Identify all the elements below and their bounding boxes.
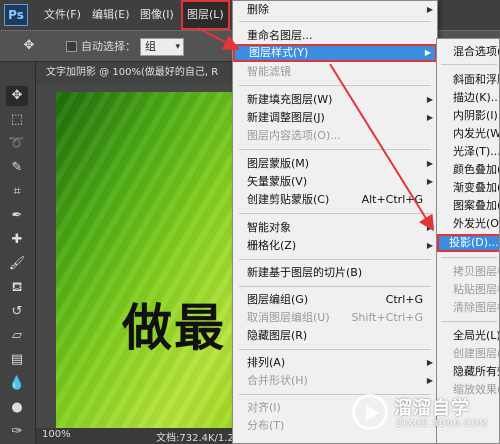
menu-image[interactable]: 图像(I) — [140, 0, 174, 30]
menu-file[interactable]: 文件(F) — [44, 0, 81, 30]
submenu-item-paste-layer-style[interactable]: 粘贴图层样式(P) — [437, 281, 499, 299]
menu-item-smart-object[interactable]: 智能对象 ▶ — [233, 219, 437, 237]
submenu-item-clear-layer-style[interactable]: 清除图层样式(A) — [437, 299, 499, 317]
menu-divider — [239, 286, 431, 287]
crop-tool-icon[interactable]: ⌗ — [6, 182, 28, 202]
menu-divider — [239, 21, 431, 22]
auto-select-checkbox[interactable] — [66, 41, 77, 52]
menu-divider — [239, 259, 431, 260]
menu-divider — [441, 257, 497, 258]
eyedropper-tool-icon[interactable]: ✒ — [6, 206, 28, 226]
healing-brush-tool-icon[interactable]: ✚ — [6, 230, 28, 250]
menu-item-layer-mask[interactable]: 图层蒙版(M) ▶ — [233, 155, 437, 173]
toolbox: ✥ ⬚ ➰ ✎ ⌗ ✒ ✚ 🖌 ⛾ ↺ ▱ ▤ 💧 ● ✑ — [0, 62, 36, 444]
menu-item-ungroup-layers[interactable]: 取消图层编组(U) Shift+Ctrl+G — [233, 309, 437, 327]
menu-divider — [239, 349, 431, 350]
menu-item-arrange[interactable]: 排列(A) ▶ — [233, 354, 437, 372]
menu-item-rename-layer[interactable]: 重命名图层... — [233, 27, 437, 45]
menu-item-new-layer-based-slice[interactable]: 新建基于图层的切片(B) — [233, 264, 437, 282]
submenu-item-copy-layer-style[interactable]: 拷贝图层样式(C) — [437, 263, 499, 281]
menu-item-new-adjustment-layer[interactable]: 新建调整图层(J) ▶ — [233, 109, 437, 127]
layer-style-submenu: 混合选项(N)... 斜面和浮雕(B)... 描边(K)... 内阴影(I)..… — [436, 38, 500, 444]
menu-item-layer-style[interactable]: 图层样式(Y) ▶ — [233, 44, 437, 62]
submenu-item-blending-options[interactable]: 混合选项(N)... — [437, 43, 499, 61]
submenu-item-stroke[interactable]: 描边(K)... — [437, 89, 499, 107]
menu-divider — [239, 85, 431, 86]
submenu-arrow-icon: ▶ — [426, 241, 433, 250]
submenu-item-bevel-emboss[interactable]: 斜面和浮雕(B)... — [437, 71, 499, 89]
menu-item-rasterize[interactable]: 栅格化(Z) ▶ — [233, 237, 437, 255]
menu-item-hide-layers[interactable]: 隐藏图层(R) — [233, 327, 437, 345]
layer-menu-dropdown: 删除 ▶ 重命名图层... 图层样式(Y) ▶ 智能滤镜 新建填充图层(W) ▶ 新建… — [232, 0, 438, 444]
menu-item-layer-content-options[interactable]: 图层内容选项(O)... — [233, 127, 437, 145]
marquee-tool-icon[interactable]: ⬚ — [6, 110, 28, 130]
submenu-item-inner-shadow[interactable]: 内阴影(I)... — [437, 107, 499, 125]
menu-layer[interactable]: 图层(L) — [181, 0, 230, 30]
lasso-tool-icon[interactable]: ➰ — [6, 134, 28, 154]
quick-select-tool-icon[interactable]: ✎ — [6, 158, 28, 178]
gradient-tool-icon[interactable]: ▤ — [6, 350, 28, 370]
submenu-arrow-icon: ▶ — [426, 223, 433, 232]
move-tool-icon[interactable]: ✥ — [6, 86, 28, 106]
submenu-item-hide-all-effects[interactable]: 隐藏所有效果(H) — [437, 363, 499, 381]
submenu-arrow-icon: ▶ — [424, 48, 431, 57]
submenu-arrow-icon: ▶ — [426, 358, 433, 367]
submenu-item-outer-glow[interactable]: 外发光(O)... — [437, 215, 499, 233]
submenu-item-drop-shadow[interactable]: 投影(D)... — [437, 234, 499, 252]
clone-stamp-tool-icon[interactable]: ⛾ — [6, 278, 28, 298]
watermark-url: ZIXUE.3D66.COM — [396, 419, 489, 429]
menu-item-smart-filter[interactable]: 智能滤镜 — [233, 63, 437, 81]
submenu-item-inner-glow[interactable]: 内发光(W)... — [437, 125, 499, 143]
eraser-tool-icon[interactable]: ▱ — [6, 326, 28, 346]
menu-edit[interactable]: 编辑(E) — [92, 0, 130, 30]
menu-divider — [441, 64, 497, 65]
document-tab[interactable]: 文字加阴影 @ 100%(做最好的自己, R — [46, 62, 218, 84]
menu-item-create-clipping-mask[interactable]: 创建剪贴蒙版(C) Alt+Ctrl+G — [233, 191, 437, 209]
canvas-text: 做最 — [122, 299, 226, 357]
move-tool-preset-icon[interactable]: ✥ — [18, 36, 40, 56]
play-logo-icon — [352, 394, 388, 430]
submenu-arrow-icon: ▶ — [426, 113, 433, 122]
watermark: 溜溜自学 ZIXUE.3D66.COM — [348, 388, 498, 440]
menu-item-delete[interactable]: 删除 ▶ — [233, 1, 437, 19]
submenu-arrow-icon: ▶ — [426, 5, 433, 14]
submenu-item-color-overlay[interactable]: 颜色叠加(V)... — [437, 161, 499, 179]
submenu-item-pattern-overlay[interactable]: 图案叠加(Y)... — [437, 197, 499, 215]
menu-item-vector-mask[interactable]: 矢量蒙版(V) ▶ — [233, 173, 437, 191]
dodge-tool-icon[interactable]: ● — [6, 398, 28, 418]
submenu-item-create-layer[interactable]: 创建图层(R) — [437, 345, 499, 363]
watermark-title: 溜溜自学 — [394, 398, 470, 419]
menu-divider — [239, 213, 431, 214]
auto-select-dropdown[interactable]: 组 — [140, 38, 184, 56]
photoshop-logo: Ps — [4, 4, 28, 26]
submenu-item-gradient-overlay[interactable]: 渐变叠加(G)... — [437, 179, 499, 197]
submenu-item-satin[interactable]: 光泽(T)... — [437, 143, 499, 161]
menu-divider — [239, 149, 431, 150]
menu-item-new-fill-layer[interactable]: 新建填充图层(W) ▶ — [233, 91, 437, 109]
history-brush-tool-icon[interactable]: ↺ — [6, 302, 28, 322]
menu-item-group-layers[interactable]: 图层编组(G) Ctrl+G — [233, 291, 437, 309]
submenu-arrow-icon: ▶ — [426, 159, 433, 168]
pen-tool-icon[interactable]: ✑ — [6, 422, 28, 442]
submenu-item-global-light[interactable]: 全局光(L)... — [437, 327, 499, 345]
menu-divider — [441, 321, 497, 322]
blur-tool-icon[interactable]: 💧 — [6, 374, 28, 394]
document-image[interactable]: 做最 — [56, 92, 246, 428]
brush-tool-icon[interactable]: 🖌 — [6, 254, 28, 274]
submenu-arrow-icon: ▶ — [426, 95, 433, 104]
submenu-arrow-icon: ▶ — [426, 177, 433, 186]
zoom-level[interactable]: 100% — [42, 429, 71, 440]
auto-select-label: 自动选择： — [81, 40, 136, 53]
